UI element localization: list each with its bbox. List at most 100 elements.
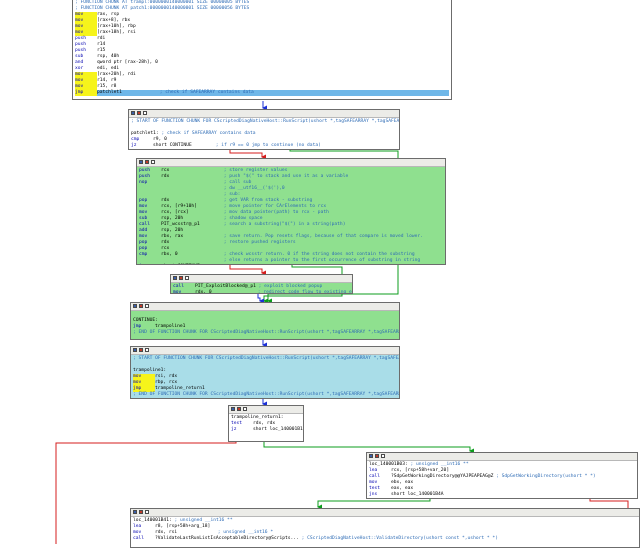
code-comment: ; save return. Pop resets flags, because… xyxy=(221,234,423,239)
code-label: ; END OF FUNCTION CHUNK FOR CScriptedDia… xyxy=(133,392,400,397)
edge-locb03-to-locb41 xyxy=(317,498,431,510)
code-comment: ; move pointer for CArElements to rcx xyxy=(221,204,327,209)
code-line[interactable]: ; START OF FUNCTION CHUNK FOR CScriptedD… xyxy=(133,356,400,362)
graph-icon[interactable] xyxy=(139,160,143,164)
code-mnemonic: jz xyxy=(131,143,137,148)
code-mnemonic: call xyxy=(133,536,145,541)
code-operand: short loc_140001B13 xyxy=(253,427,304,432)
code-line[interactable]: ; END OF FUNCTION CHUNK FOR CScriptedDia… xyxy=(133,330,400,336)
code-operand: patchlet1 xyxy=(97,90,122,95)
code-label: ; START OF FUNCTION CHUNK FOR CScriptedD… xyxy=(131,119,400,124)
graph-icon[interactable] xyxy=(369,454,373,458)
list-icon[interactable] xyxy=(145,510,149,514)
trampoline-return-block[interactable]: trampoline_return1: test rdx, rdx jz short l… xyxy=(228,405,304,442)
code-comment: ; sub: xyxy=(221,192,241,197)
color-icon[interactable] xyxy=(139,510,143,514)
code-line[interactable]: jz short loc_140001B13 xyxy=(231,427,304,433)
continue-block[interactable]: CONTINUE: jmp trampoline1; END OF FUNCTION… xyxy=(130,302,400,340)
list-icon[interactable] xyxy=(381,454,385,458)
graph-icon[interactable] xyxy=(173,276,177,280)
code-comment: ; restore pushed registers xyxy=(221,240,296,245)
color-icon[interactable] xyxy=(139,348,143,352)
code-line[interactable]: jmp patchlet1 ; check if SAFEARRAY contai… xyxy=(75,90,449,96)
code-comment: ; CScriptedDiagNativeHost::ValidateDirec… xyxy=(298,536,498,541)
graph-icon[interactable] xyxy=(131,111,135,115)
code-operand: short CONTINUE xyxy=(161,264,221,265)
code-mnemonic: jz xyxy=(231,427,237,432)
code-comment: ; mov data pointer(path) to rcx - path xyxy=(221,210,329,215)
list-icon[interactable] xyxy=(151,160,155,164)
code-comment: ; store register values xyxy=(221,168,288,173)
code-operand: ?ValidateLastRunListIsAcceptableDirector… xyxy=(155,536,299,541)
node-header xyxy=(129,110,399,118)
code-label: loc_140001B41: xyxy=(133,518,172,523)
list-icon[interactable] xyxy=(185,276,189,280)
code-comment: ; dw __utf16__('$('),0 xyxy=(221,186,285,191)
code-line[interactable]: jns short loc_140001B4A xyxy=(369,492,635,498)
color-icon[interactable] xyxy=(375,454,379,458)
code-label: loc_140001B03: xyxy=(369,462,408,467)
code-line[interactable]: jzshort CONTINUE xyxy=(139,264,443,265)
code-mnemonic: mov xyxy=(173,290,182,294)
code-line[interactable]: ; END OF FUNCTION CHUNK FOR CScriptedDia… xyxy=(133,392,400,398)
node-header xyxy=(367,453,637,461)
code-comment: ; unsigned __int16 * xyxy=(215,530,274,535)
loc-140001B41-block[interactable]: loc_140001B41: ; unsigned __int16 ** lea r… xyxy=(130,508,640,548)
code-comment: ; if r9 == 0 jmp to continue (no data) xyxy=(213,143,321,148)
code-operand: rdx, 0 xyxy=(195,290,212,294)
top-code-block[interactable]: ; FUNCTION CHUNK AT trampl:0000000140000… xyxy=(72,0,452,100)
code-comment: ; exploit blocked popup xyxy=(255,284,323,289)
patchlet-block[interactable]: ; START OF FUNCTION CHUNK FOR CScriptedD… xyxy=(128,109,400,150)
edge-return-to-locb03 xyxy=(263,441,474,454)
code-line[interactable]: ; START OF FUNCTION CHUNK FOR CScriptedD… xyxy=(131,119,400,125)
list-icon[interactable] xyxy=(243,407,247,411)
code-line[interactable]: mov rdx, 0 ; redirect code flow to existi… xyxy=(173,290,352,294)
node-header xyxy=(137,159,445,167)
color-icon[interactable] xyxy=(139,304,143,308)
node-header xyxy=(229,406,303,414)
edge-exploit-to-continue xyxy=(257,293,264,304)
code-label: patchlet1: xyxy=(131,131,159,136)
node-header xyxy=(131,303,399,311)
code-label: trampoline_return1: xyxy=(231,415,284,420)
trampoline-block[interactable]: ; START OF FUNCTION CHUNK FOR CScriptedD… xyxy=(130,346,400,399)
code-comment: ; check wcsstr return. 0 if the string d… xyxy=(221,252,415,257)
graph-icon[interactable] xyxy=(133,304,137,308)
color-icon[interactable] xyxy=(137,111,141,115)
code-comment: ; unsigned __int16 ** xyxy=(407,462,469,467)
list-icon[interactable] xyxy=(143,111,147,115)
code-comment: ; SdpGetWorkingDirectory(ushort * *) xyxy=(493,474,596,479)
code-comment: ; unsigned __int16 ** xyxy=(171,518,233,523)
graph-icon[interactable] xyxy=(133,510,137,514)
code-comment: ; get VAR from stack - substring xyxy=(221,198,313,203)
code-comment: ; else returns a pointer to the first oc… xyxy=(221,258,421,263)
graph-icon[interactable] xyxy=(133,348,137,352)
code-label: ; FUNCTION CHUNK AT trampl:0000000140000… xyxy=(75,0,250,5)
loc-140001B03-block[interactable]: loc_140001B03: ; unsigned __int16 ** lea r… xyxy=(366,452,638,499)
code-comment: ; push "$(" to stack and use it as a var… xyxy=(221,174,349,179)
code-operand: short CONTINUE xyxy=(153,143,192,148)
code-label: ; END OF FUNCTION CHUNK FOR CScriptedDia… xyxy=(133,330,400,335)
node-header xyxy=(171,275,352,283)
code-comment: ; redirect code flow to existing error b… xyxy=(257,290,352,294)
code-comment: ; check if SAFEARRAY contains data xyxy=(158,131,256,136)
color-icon[interactable] xyxy=(145,160,149,164)
color-icon[interactable] xyxy=(179,276,183,280)
exploit-blocked-block[interactable]: call PIT_ExploitBlocked@_p1 ; exploit blo… xyxy=(170,274,353,294)
graph-icon[interactable] xyxy=(231,407,235,411)
code-mnemonic: jz xyxy=(139,264,161,265)
code-label: ; START OF FUNCTION CHUNK FOR CScriptedD… xyxy=(133,356,400,361)
code-label: CONTINUE: xyxy=(133,318,158,323)
edge-patchlet-to-green xyxy=(229,149,266,160)
code-line[interactable]: jz short CONTINUE ; if r9 == 0 jmp to con… xyxy=(131,143,397,149)
list-icon[interactable] xyxy=(145,348,149,352)
graph-canvas[interactable]: ; FUNCTION CHUNK AT trampl:0000000140000… xyxy=(0,0,640,548)
code-operand: short loc_140001B4A xyxy=(391,492,444,497)
code-line[interactable]: call ?ValidateLastRunListIsAcceptableDire… xyxy=(133,536,637,542)
color-icon[interactable] xyxy=(237,407,241,411)
code-comment: ; call sub xyxy=(221,180,252,185)
substring-check-block[interactable]: push rcx ; store register values push rdx ;… xyxy=(136,158,446,265)
edge-green-to-exploit xyxy=(229,264,266,276)
list-icon[interactable] xyxy=(145,304,149,308)
code-label: ; FUNCTION CHUNK AT patch1:0000000140000… xyxy=(75,6,250,11)
